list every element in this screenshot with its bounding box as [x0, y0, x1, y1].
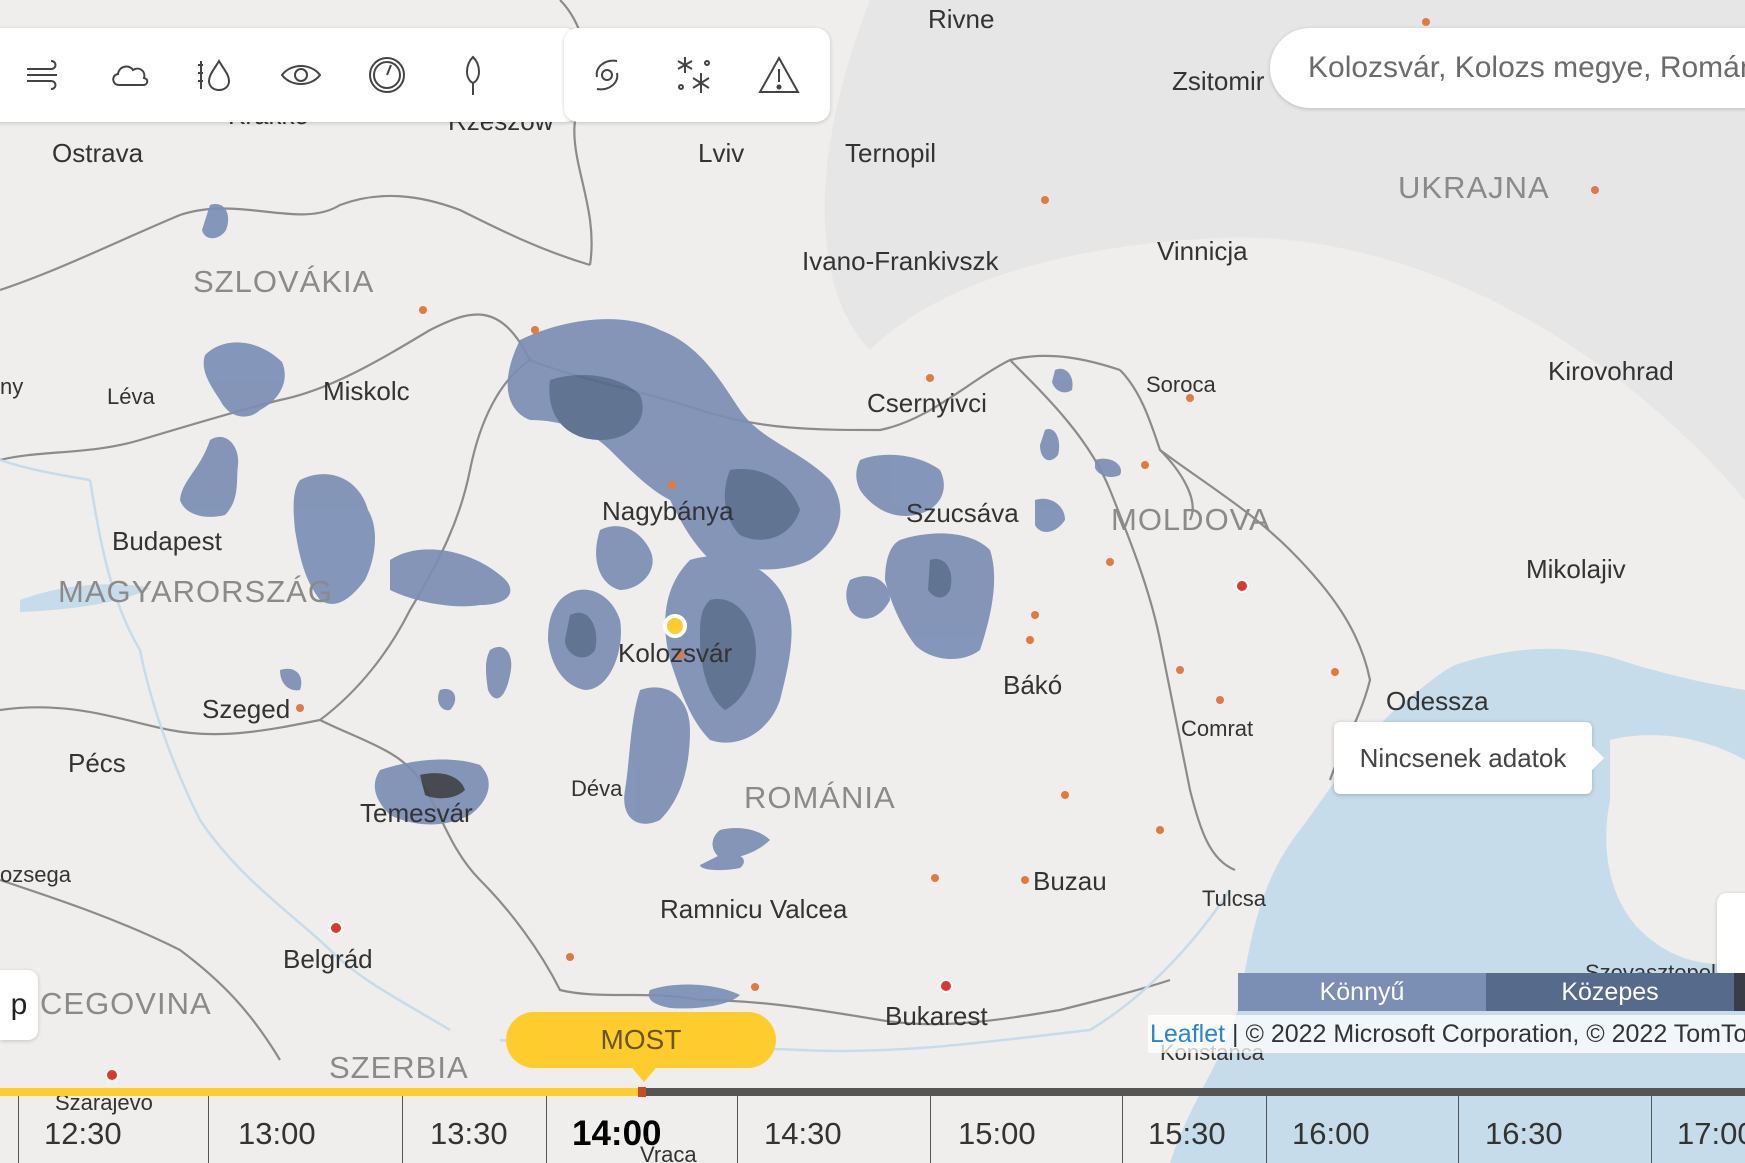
tick-label[interactable]: 13:00 — [238, 1116, 316, 1152]
timeline-ticks: 12:30 13:00 13:30 14:00 14:30 15:00 15:3… — [0, 1096, 1745, 1163]
visibility-icon[interactable] — [258, 32, 344, 118]
city-label: Budapest — [112, 526, 223, 556]
tick-line — [737, 1096, 738, 1163]
tick-label[interactable]: 12:30 — [44, 1116, 122, 1152]
pollen-icon[interactable] — [430, 32, 516, 118]
city-label: Ostrava — [52, 138, 144, 168]
tick-line — [402, 1096, 403, 1163]
city-label: Vinnicja — [1157, 236, 1248, 266]
city-label: Miskolc — [323, 376, 410, 406]
tick-line — [208, 1096, 209, 1163]
tick-line — [1122, 1096, 1123, 1163]
tick-line — [1651, 1096, 1652, 1163]
layer-toolbar — [0, 28, 579, 122]
snowflake-icon[interactable] — [650, 32, 736, 118]
city-label: Szeged — [202, 694, 290, 724]
tick-line — [18, 1096, 19, 1163]
tick-label-current[interactable]: 14:00 — [572, 1114, 662, 1154]
cloud-icon[interactable] — [86, 32, 172, 118]
city-label: Kirovohrad — [1548, 356, 1674, 386]
timeline-progress — [0, 1088, 640, 1096]
city-label: Kolozsvár — [618, 638, 732, 668]
city-label: Nagybánya — [602, 496, 734, 526]
legend-item-heavy — [1734, 973, 1745, 1011]
city-label: Zsitomir — [1172, 66, 1265, 96]
country-label: MAGYARORSZÁG — [58, 574, 333, 609]
tick-label[interactable]: 14:30 — [764, 1116, 842, 1152]
city-label: Bukarest — [885, 1001, 988, 1031]
tick-label[interactable]: 16:00 — [1292, 1116, 1370, 1152]
city-label: Soroca — [1146, 372, 1216, 397]
location-marker[interactable] — [663, 614, 687, 638]
wind-icon[interactable] — [0, 32, 86, 118]
city-label: Szucsáva — [906, 498, 1019, 528]
city-label: Belgrád — [283, 944, 373, 974]
tick-line — [546, 1096, 547, 1163]
city-label: Bákó — [1003, 670, 1062, 700]
tick-label[interactable]: 15:00 — [958, 1116, 1036, 1152]
country-label: SZERBIA — [329, 1050, 469, 1085]
capital-dot-bukarest — [939, 979, 953, 993]
city-label: Lviv — [698, 138, 744, 168]
country-label: ROMÁNIA — [744, 780, 896, 815]
now-indicator[interactable]: MOST — [506, 1012, 776, 1082]
city-label: ny — [0, 374, 23, 399]
capital-dot-chisinau — [1235, 579, 1249, 593]
city-label: Pécs — [68, 748, 126, 778]
city-label: Comrat — [1181, 716, 1253, 741]
city-label: Csernyivci — [867, 388, 987, 418]
capital-dot-belgrad — [329, 921, 343, 935]
humidity-icon[interactable] — [172, 32, 258, 118]
city-label: Temesvár — [360, 798, 473, 828]
country-label: SZLOVÁKIA — [193, 264, 374, 299]
tick-line — [1458, 1096, 1459, 1163]
tick-line — [930, 1096, 931, 1163]
pressure-icon[interactable] — [344, 32, 430, 118]
city-label: Mikolajiv — [1526, 554, 1626, 584]
city-label: Tulcsa — [1202, 886, 1267, 911]
country-label: CEGOVINA — [40, 986, 212, 1021]
location-search-input[interactable]: Kolozsvár, Kolozs megye, Románia — [1270, 28, 1745, 108]
tick-line — [1266, 1096, 1267, 1163]
city-label: ozsega — [0, 862, 72, 887]
hurricane-icon[interactable] — [564, 32, 650, 118]
city-label: Ternopil — [845, 138, 936, 168]
country-label: MOLDOVA — [1111, 502, 1271, 537]
tick-label[interactable]: 16:30 — [1485, 1116, 1563, 1152]
precipitation-legend: Könnyű Közepes — [1238, 973, 1745, 1011]
legend-item-moderate: Közepes — [1486, 973, 1734, 1011]
city-label: Rivne — [928, 4, 994, 34]
no-data-tooltip: Nincsenek adatok — [1334, 722, 1604, 794]
city-label: Déva — [571, 776, 623, 801]
warning-icon[interactable] — [736, 32, 822, 118]
attribution-text: | © 2022 Microsoft Corporation, © 2022 T… — [1225, 1020, 1745, 1048]
city-label: Léva — [107, 384, 155, 409]
city-label: Buzau — [1033, 866, 1107, 896]
city-label: Ramnicu Valcea — [660, 894, 848, 924]
capital-dot-sarajevo — [105, 1068, 119, 1082]
legend-item-light: Könnyű — [1238, 973, 1486, 1011]
city-label: Ivano-Frankivszk — [802, 246, 999, 276]
country-label: UKRAJNA — [1398, 170, 1550, 205]
map-attribution: Leaflet | © 2022 Microsoft Corporation, … — [1148, 1015, 1745, 1053]
leaflet-link[interactable]: Leaflet — [1150, 1020, 1225, 1048]
tick-label[interactable]: 13:30 — [430, 1116, 508, 1152]
left-panel-button[interactable]: p — [0, 970, 38, 1040]
city-label: Odessza — [1386, 686, 1489, 716]
tick-label[interactable]: 15:30 — [1148, 1116, 1226, 1152]
tick-label[interactable]: 17:00 — [1677, 1116, 1745, 1152]
alert-toolbar — [564, 28, 830, 122]
timeline-track[interactable] — [0, 1087, 1745, 1097]
side-panel-button[interactable] — [1717, 893, 1745, 979]
